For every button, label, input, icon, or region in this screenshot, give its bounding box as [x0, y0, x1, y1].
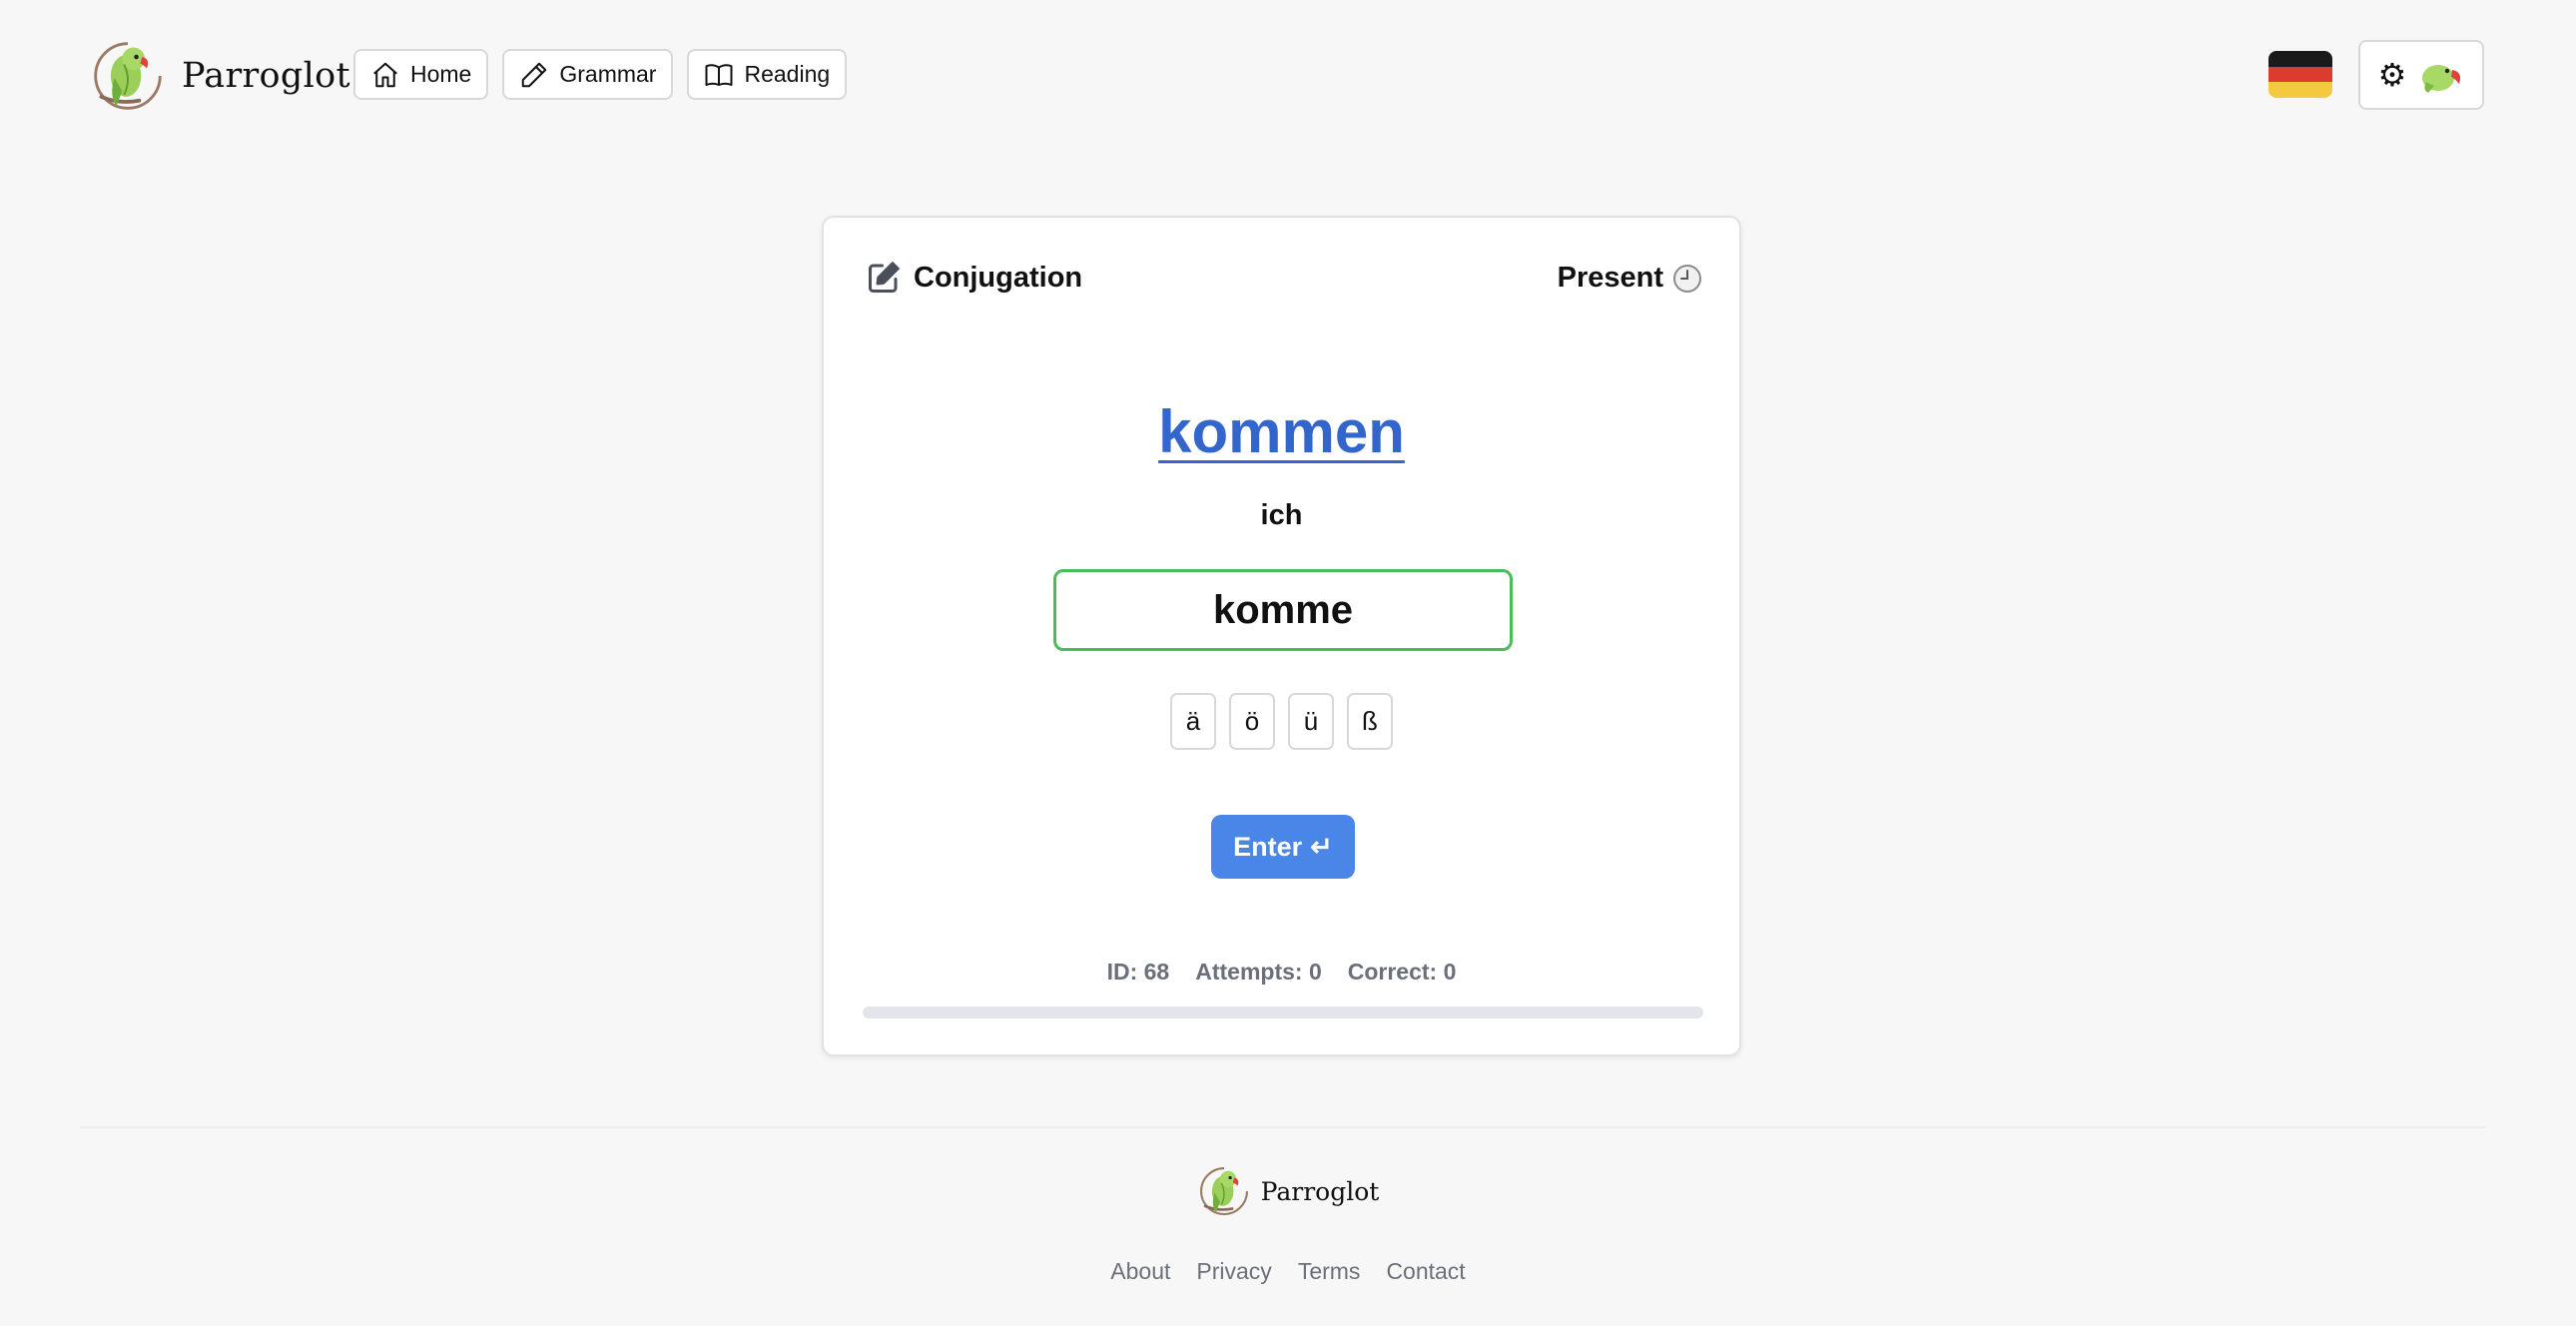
- footer-divider: [80, 1126, 2486, 1128]
- top-navigation-bar: Parroglot Home Grammar Reading ⚙: [0, 0, 2576, 150]
- stat-attempts: Attempts: 0: [1195, 959, 1322, 985]
- footer-brand-name: Parroglot: [1260, 1176, 1380, 1206]
- nav-home-label: Home: [410, 61, 472, 87]
- footer-links: About Privacy Terms Contact: [0, 1258, 2576, 1285]
- stat-correct: Correct: 0: [1347, 959, 1457, 985]
- gear-icon: ⚙: [2377, 56, 2407, 94]
- verb-infinitive-link[interactable]: kommen: [824, 397, 1739, 466]
- footer-link-contact[interactable]: Contact: [1386, 1258, 1465, 1285]
- pronoun-label: ich: [1260, 499, 1303, 531]
- conjugation-card: Conjugation Present kommen ich ä ö ü ß E…: [822, 216, 1741, 1056]
- stats-row: ID: 68 Attempts: 0 Correct: 0: [824, 959, 1739, 986]
- nav-grammar-button[interactable]: Grammar: [502, 49, 674, 100]
- mode-label: Conjugation: [914, 261, 1083, 294]
- enter-label: Enter: [1233, 831, 1303, 862]
- return-arrow-icon: ↵: [1310, 831, 1333, 862]
- settings-button[interactable]: ⚙: [2358, 40, 2484, 110]
- card-title: Conjugation: [866, 260, 1082, 296]
- brand-home-link[interactable]: Parroglot: [90, 38, 350, 114]
- footer-brand[interactable]: Parroglot: [0, 1164, 2576, 1218]
- char-eszett-button[interactable]: ß: [1347, 693, 1393, 750]
- footer-link-privacy[interactable]: Privacy: [1196, 1258, 1271, 1285]
- enter-button[interactable]: Enter ↵: [1211, 815, 1355, 879]
- flag-germany-icon[interactable]: [2268, 51, 2332, 98]
- stat-id: ID: 68: [1106, 959, 1170, 985]
- footer-link-about[interactable]: About: [1110, 1258, 1170, 1285]
- char-a-umlaut-button[interactable]: ä: [1170, 693, 1216, 750]
- special-character-keys: ä ö ü ß: [824, 693, 1739, 750]
- book-open-icon: [705, 63, 733, 86]
- nav-home-button[interactable]: Home: [353, 49, 489, 100]
- parrot-avatar-icon: [2422, 65, 2461, 93]
- nav-reading-button[interactable]: Reading: [687, 49, 848, 100]
- home-icon: [373, 62, 397, 87]
- clock-icon: [1673, 264, 1701, 293]
- parrot-logo-icon: [90, 38, 166, 114]
- brand-name: Parroglot: [182, 56, 350, 96]
- parrot-logo-icon: [1197, 1164, 1251, 1218]
- pencil-icon: [522, 62, 547, 87]
- edit-square-icon: [869, 262, 900, 293]
- footer-link-terms[interactable]: Terms: [1298, 1258, 1361, 1285]
- nav-grammar-label: Grammar: [559, 61, 657, 87]
- char-u-umlaut-button[interactable]: ü: [1288, 693, 1334, 750]
- tense-label: Present: [1557, 262, 1663, 294]
- main-nav: Home Grammar Reading: [353, 49, 848, 100]
- char-o-umlaut-button[interactable]: ö: [1229, 693, 1275, 750]
- progress-bar: [863, 1006, 1703, 1018]
- nav-reading-label: Reading: [744, 61, 831, 87]
- answer-input[interactable]: [1053, 569, 1513, 651]
- tense-selector[interactable]: Present: [1558, 262, 1703, 295]
